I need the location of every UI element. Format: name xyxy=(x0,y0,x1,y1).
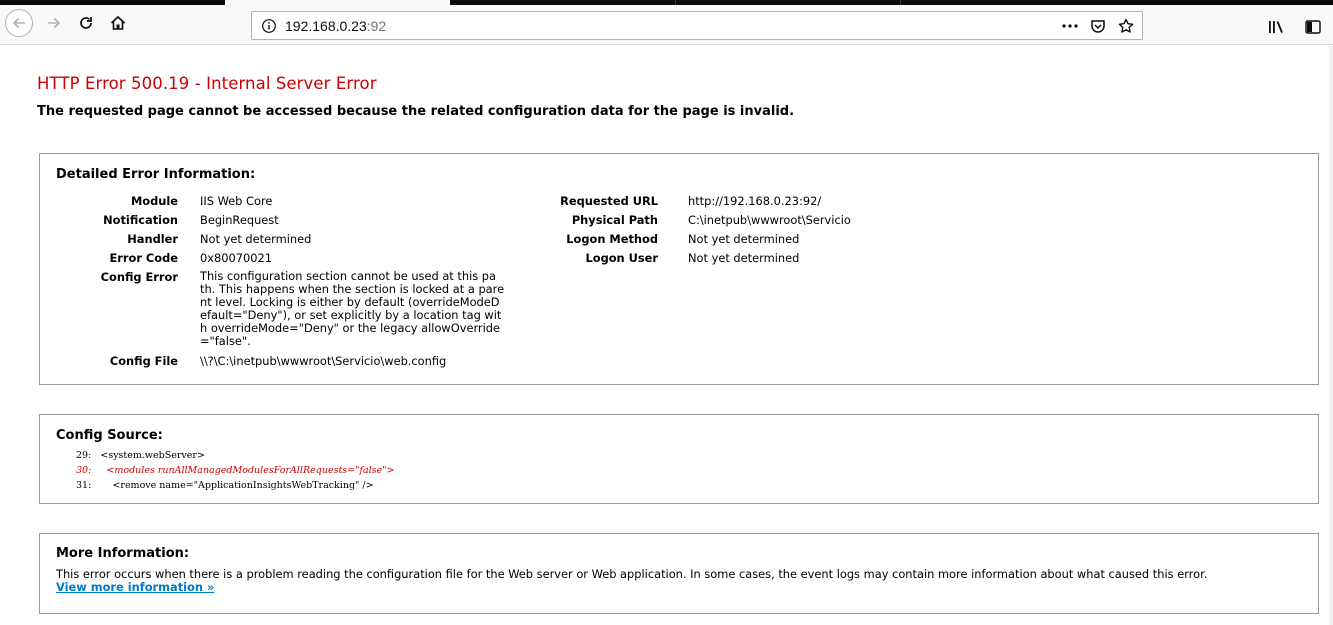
more-dots-icon[interactable] xyxy=(1060,16,1080,36)
line-number: 31: xyxy=(76,480,92,491)
reload-button[interactable] xyxy=(72,9,100,37)
module-value: IIS Web Core xyxy=(200,194,273,208)
more-information-box: More Information: This error occurs when… xyxy=(39,533,1319,614)
config-source-heading: Config Source: xyxy=(56,428,163,443)
detailed-error-heading: Detailed Error Information: xyxy=(56,167,256,182)
back-arrow-icon xyxy=(12,17,25,29)
view-more-information-link[interactable]: View more information » xyxy=(56,580,214,594)
physical-path-label: Physical Path xyxy=(571,213,658,227)
error-code-label: Error Code xyxy=(109,251,179,265)
error-subtitle: The requested page cannot be accessed be… xyxy=(37,104,795,119)
url-bar[interactable]: 192.168.0.23:92 xyxy=(251,11,1143,40)
sidebar-icon[interactable] xyxy=(1303,17,1323,37)
star-icon[interactable] xyxy=(1116,16,1136,36)
url-port: :92 xyxy=(366,18,387,34)
error-code-value: 0x80070021 xyxy=(200,251,272,265)
line-number: 30: xyxy=(76,465,92,476)
reload-icon xyxy=(80,17,92,29)
url-host: 192.168.0.23 xyxy=(285,18,367,34)
error-title: HTTP Error 500.19 - Internal Server Erro… xyxy=(37,74,377,93)
home-icon xyxy=(110,15,126,30)
library-icon[interactable] xyxy=(1267,17,1287,37)
handler-value: Not yet determined xyxy=(200,232,312,246)
forward-arrow-icon xyxy=(48,17,61,29)
config-error-value: This configuration section cannot be use… xyxy=(200,270,504,348)
code-text: <modules runAllManagedModulesForAllReque… xyxy=(100,465,395,476)
code-line-highlighted: 30: <modules runAllManagedModulesForAllR… xyxy=(76,465,395,476)
config-error-line: ="false". xyxy=(200,334,251,348)
vertical-scrollbar[interactable] xyxy=(1329,46,1333,625)
detailed-error-box: Detailed Error Information: Module IIS W… xyxy=(39,153,1319,385)
notification-value: BeginRequest xyxy=(200,213,279,227)
logon-method-value: Not yet determined xyxy=(688,232,800,246)
more-information-heading: More Information: xyxy=(56,546,190,561)
pocket-icon[interactable] xyxy=(1088,16,1108,36)
config-source-box: Config Source: 29: <system.webServer> 30… xyxy=(39,414,1319,504)
config-file-value: \\?\C:\inetpub\wwwroot\Servicio\web.conf… xyxy=(200,354,447,368)
code-text: <system.webServer> xyxy=(100,450,205,461)
url-text[interactable]: 192.168.0.23:92 xyxy=(285,18,386,34)
code-line: 29: <system.webServer> xyxy=(76,450,205,461)
code-line: 31: <remove name="ApplicationInsightsWeb… xyxy=(76,480,374,491)
info-icon[interactable] xyxy=(261,18,277,39)
config-file-label: Config File xyxy=(109,354,178,368)
notification-label: Notification xyxy=(103,213,178,227)
logon-user-value: Not yet determined xyxy=(688,251,800,265)
more-information-text: This error occurs when there is a proble… xyxy=(56,567,1208,581)
navigation-toolbar: 192.168.0.23:92 xyxy=(0,5,1333,45)
home-button[interactable] xyxy=(104,9,132,37)
logon-method-label: Logon Method xyxy=(566,232,658,246)
module-label: Module xyxy=(130,194,178,208)
physical-path-value: C:\inetpub\wwwroot\Servicio xyxy=(688,213,851,227)
forward-button[interactable] xyxy=(40,9,68,37)
requested-url-value: http://192.168.0.23:92/ xyxy=(688,194,822,208)
config-error-label: Config Error xyxy=(100,270,178,284)
line-number: 29: xyxy=(76,450,92,461)
handler-label: Handler xyxy=(127,232,178,246)
requested-url-label: Requested URL xyxy=(560,194,658,208)
code-text: <remove name="ApplicationInsightsWebTrac… xyxy=(100,480,374,491)
back-button[interactable] xyxy=(5,9,33,37)
logon-user-label: Logon User xyxy=(585,251,658,265)
